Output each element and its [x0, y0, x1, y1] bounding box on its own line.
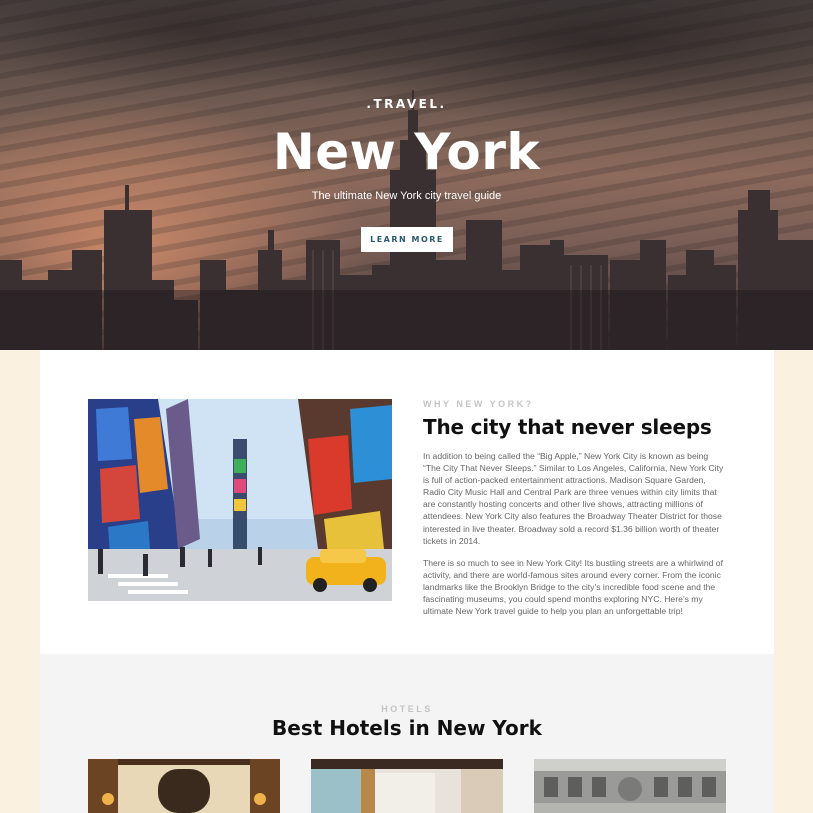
hotel-card-2-image[interactable] [311, 759, 503, 813]
learn-more-button[interactable]: LEARN MORE [361, 227, 453, 252]
times-square-photo [88, 399, 392, 601]
hero-kicker: .TRAVEL. [366, 97, 447, 111]
hotels-title: Best Hotels in New York [272, 716, 542, 740]
why-paragraph-2: There is so much to see in New York City… [423, 557, 723, 617]
hotels-section: HOTELS Best Hotels in New York [40, 654, 774, 813]
why-paragraph-1: In addition to being called the “Big App… [423, 451, 724, 546]
hero-subtitle: The ultimate New York city travel guide [311, 190, 502, 202]
why-text-block: WHY NEW YORK? The city that never sleeps… [423, 399, 728, 617]
why-title: The city that never sleeps [423, 415, 712, 439]
hotels-eyebrow: HOTELS [381, 704, 433, 714]
why-eyebrow: WHY NEW YORK? [423, 399, 534, 409]
hero-title: New York [272, 123, 541, 181]
hero-section: .TRAVEL. New York The ultimate New York … [0, 0, 813, 350]
hotel-card-1-image[interactable] [88, 759, 280, 813]
hotel-card-3-image[interactable] [534, 759, 726, 813]
why-new-york-section: WHY NEW YORK? The city that never sleeps… [40, 350, 774, 654]
